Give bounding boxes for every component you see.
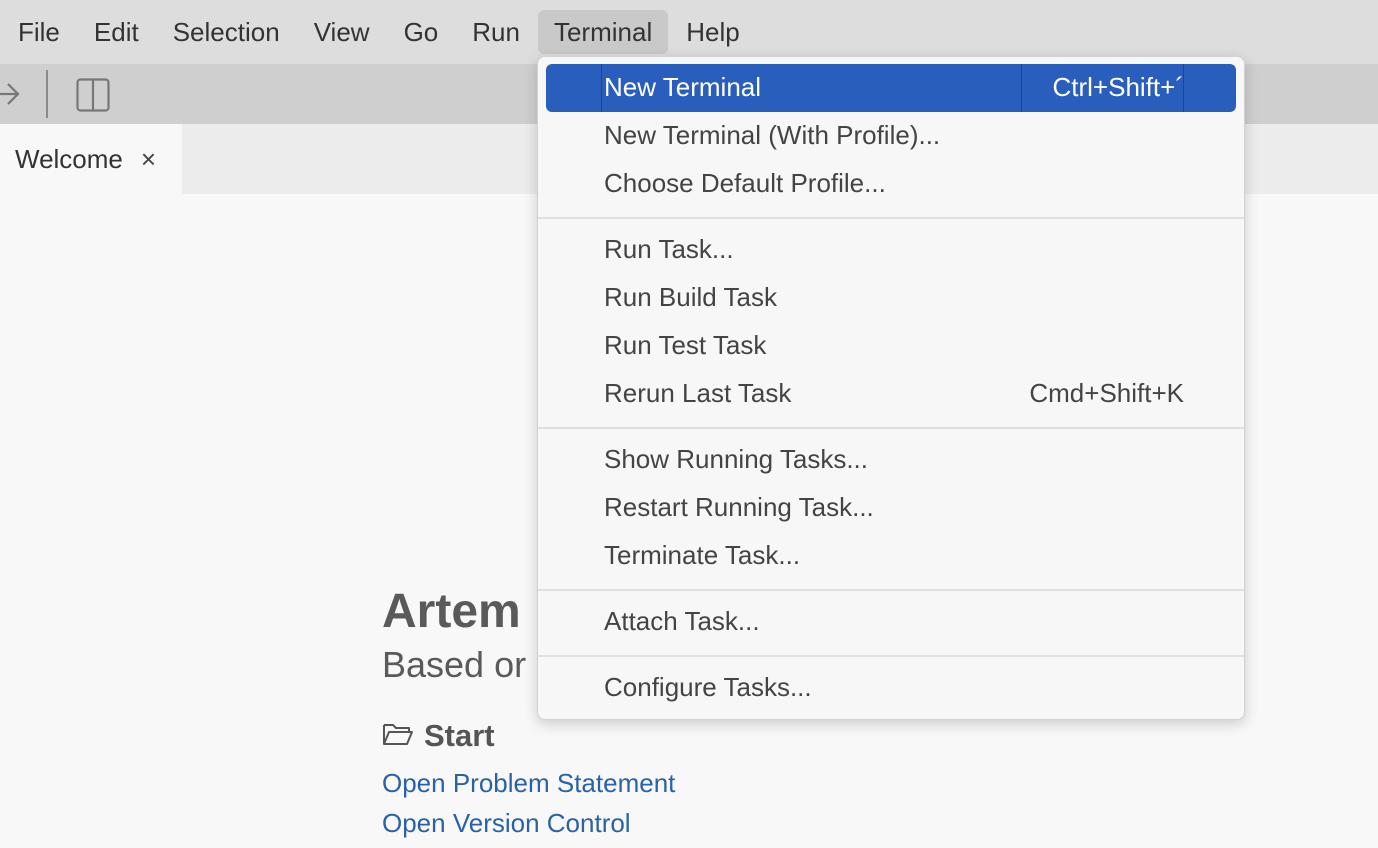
tab-label: Welcome	[15, 143, 123, 174]
menu-item-label: Choose Default Profile...	[604, 168, 886, 198]
menu-item-shortcut: Ctrl+Shift+´	[1052, 72, 1185, 102]
welcome-title: Artem	[382, 585, 521, 638]
menu-item-attach-task[interactable]: Attach Task...	[546, 598, 1236, 646]
menu-help[interactable]: Help	[670, 10, 755, 54]
menu-run[interactable]: Run	[456, 10, 536, 54]
menu-item-new-terminal-with-profile[interactable]: New Terminal (With Profile)...	[546, 112, 1236, 160]
menu-item-label: Show Running Tasks...	[604, 444, 868, 474]
menu-item-label: New Terminal (With Profile)...	[604, 120, 941, 150]
menu-item-label: Run Task...	[604, 234, 734, 264]
menu-item-label: Rerun Last Task	[604, 378, 792, 408]
folder-open-icon	[382, 721, 414, 752]
start-label: Start	[424, 718, 495, 753]
menu-item-divider	[601, 64, 602, 112]
menu-edit[interactable]: Edit	[78, 10, 155, 54]
menu-item-terminate-task[interactable]: Terminate Task...	[546, 532, 1236, 580]
menu-item-label: Attach Task...	[604, 606, 760, 636]
terminal-menu-dropdown: New Terminal Ctrl+Shift+´ New Terminal (…	[537, 56, 1245, 720]
menu-item-label: Terminate Task...	[604, 540, 801, 570]
open-problem-statement-link[interactable]: Open Problem Statement	[382, 768, 675, 799]
menu-item-run-build-task[interactable]: Run Build Task	[546, 274, 1236, 322]
menu-item-label: Configure Tasks...	[604, 672, 812, 702]
menu-item-divider	[1021, 64, 1022, 112]
menu-file[interactable]: File	[2, 10, 76, 54]
menu-item-restart-running-task[interactable]: Restart Running Task...	[546, 484, 1236, 532]
menu-item-shortcut: Cmd+Shift+K	[1029, 378, 1184, 408]
menu-selection[interactable]: Selection	[157, 10, 296, 54]
menu-item-new-terminal[interactable]: New Terminal Ctrl+Shift+´	[546, 64, 1236, 112]
menu-item-show-running-tasks[interactable]: Show Running Tasks...	[546, 436, 1236, 484]
menu-separator	[538, 217, 1244, 219]
menu-item-run-test-task[interactable]: Run Test Task	[546, 322, 1236, 370]
arrow-right-icon[interactable]	[0, 82, 22, 111]
split-editor-icon[interactable]	[76, 78, 110, 117]
menu-item-rerun-last-task[interactable]: Rerun Last Task Cmd+Shift+K	[546, 370, 1236, 418]
start-section-heading: Start	[382, 718, 495, 754]
menu-item-label: Restart Running Task...	[604, 492, 874, 522]
menu-separator	[538, 655, 1244, 657]
menu-item-label: Run Build Task	[604, 282, 777, 312]
menu-item-configure-tasks[interactable]: Configure Tasks...	[546, 664, 1236, 712]
tab-welcome[interactable]: Welcome ×	[0, 124, 182, 194]
menu-terminal[interactable]: Terminal	[537, 10, 669, 54]
welcome-subtitle: Based or	[382, 644, 527, 685]
menu-bar: File Edit Selection View Go Run Terminal…	[0, 0, 1378, 64]
menu-item-choose-default-profile[interactable]: Choose Default Profile...	[546, 160, 1236, 208]
toolbar-divider	[46, 70, 48, 118]
menu-separator	[538, 427, 1244, 429]
close-icon[interactable]: ×	[141, 144, 156, 175]
open-version-control-link[interactable]: Open Version Control	[382, 808, 631, 839]
menu-item-label: New Terminal	[604, 72, 762, 102]
menu-item-divider	[1183, 64, 1184, 112]
menu-item-label: Run Test Task	[604, 330, 767, 360]
menu-go[interactable]: Go	[388, 10, 455, 54]
menu-item-run-task[interactable]: Run Task...	[546, 226, 1236, 274]
menu-view[interactable]: View	[298, 10, 386, 54]
menu-separator	[538, 589, 1244, 591]
